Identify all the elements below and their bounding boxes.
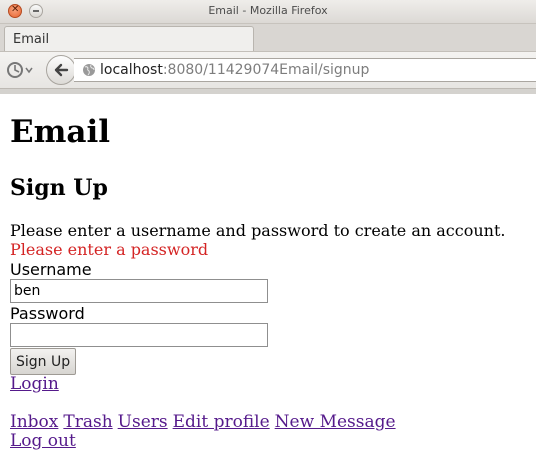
url-bar[interactable]: localhost:8080/11429074Email/signup bbox=[74, 58, 536, 82]
globe-icon bbox=[83, 64, 95, 76]
nav-link-users[interactable]: Users bbox=[118, 412, 168, 432]
history-icon[interactable] bbox=[6, 60, 36, 80]
username-input[interactable] bbox=[10, 279, 268, 303]
tab-label: Email bbox=[13, 32, 50, 47]
nav-link-trash[interactable]: Trash bbox=[63, 412, 112, 432]
password-input[interactable] bbox=[10, 323, 268, 347]
section-title: Sign Up bbox=[10, 175, 108, 201]
navigation-toolbar: localhost:8080/11429074Email/signup bbox=[0, 51, 536, 89]
logout-link[interactable]: Log out bbox=[10, 431, 76, 451]
window-title: Email - Mozilla Firefox bbox=[208, 4, 328, 17]
login-link[interactable]: Login bbox=[10, 374, 59, 394]
username-label: Username bbox=[10, 260, 92, 279]
page-title: Email bbox=[10, 114, 111, 150]
password-label: Password bbox=[10, 304, 85, 323]
back-arrow-icon[interactable] bbox=[46, 55, 76, 85]
nav-link-inbox[interactable]: Inbox bbox=[10, 412, 58, 432]
instructions-text: Please enter a username and password to … bbox=[10, 221, 506, 240]
window-titlebar: ✕ Email - Mozilla Firefox bbox=[0, 0, 536, 24]
error-message: Please enter a password bbox=[10, 240, 209, 259]
footer-nav: Inbox Trash Users Edit profile New Message bbox=[10, 412, 401, 432]
url-path: :8080/11429074Email/signup bbox=[162, 62, 370, 78]
tab-strip: Email bbox=[0, 24, 536, 51]
nav-link-new-message[interactable]: New Message bbox=[275, 412, 396, 432]
nav-link-edit-profile[interactable]: Edit profile bbox=[173, 412, 270, 432]
sign-up-button[interactable]: Sign Up bbox=[10, 348, 77, 375]
toolbar-divider bbox=[0, 89, 536, 94]
tab-email[interactable]: Email bbox=[4, 26, 254, 51]
url-host: localhost bbox=[100, 62, 163, 78]
url-text: localhost:8080/11429074Email/signup bbox=[100, 62, 369, 78]
